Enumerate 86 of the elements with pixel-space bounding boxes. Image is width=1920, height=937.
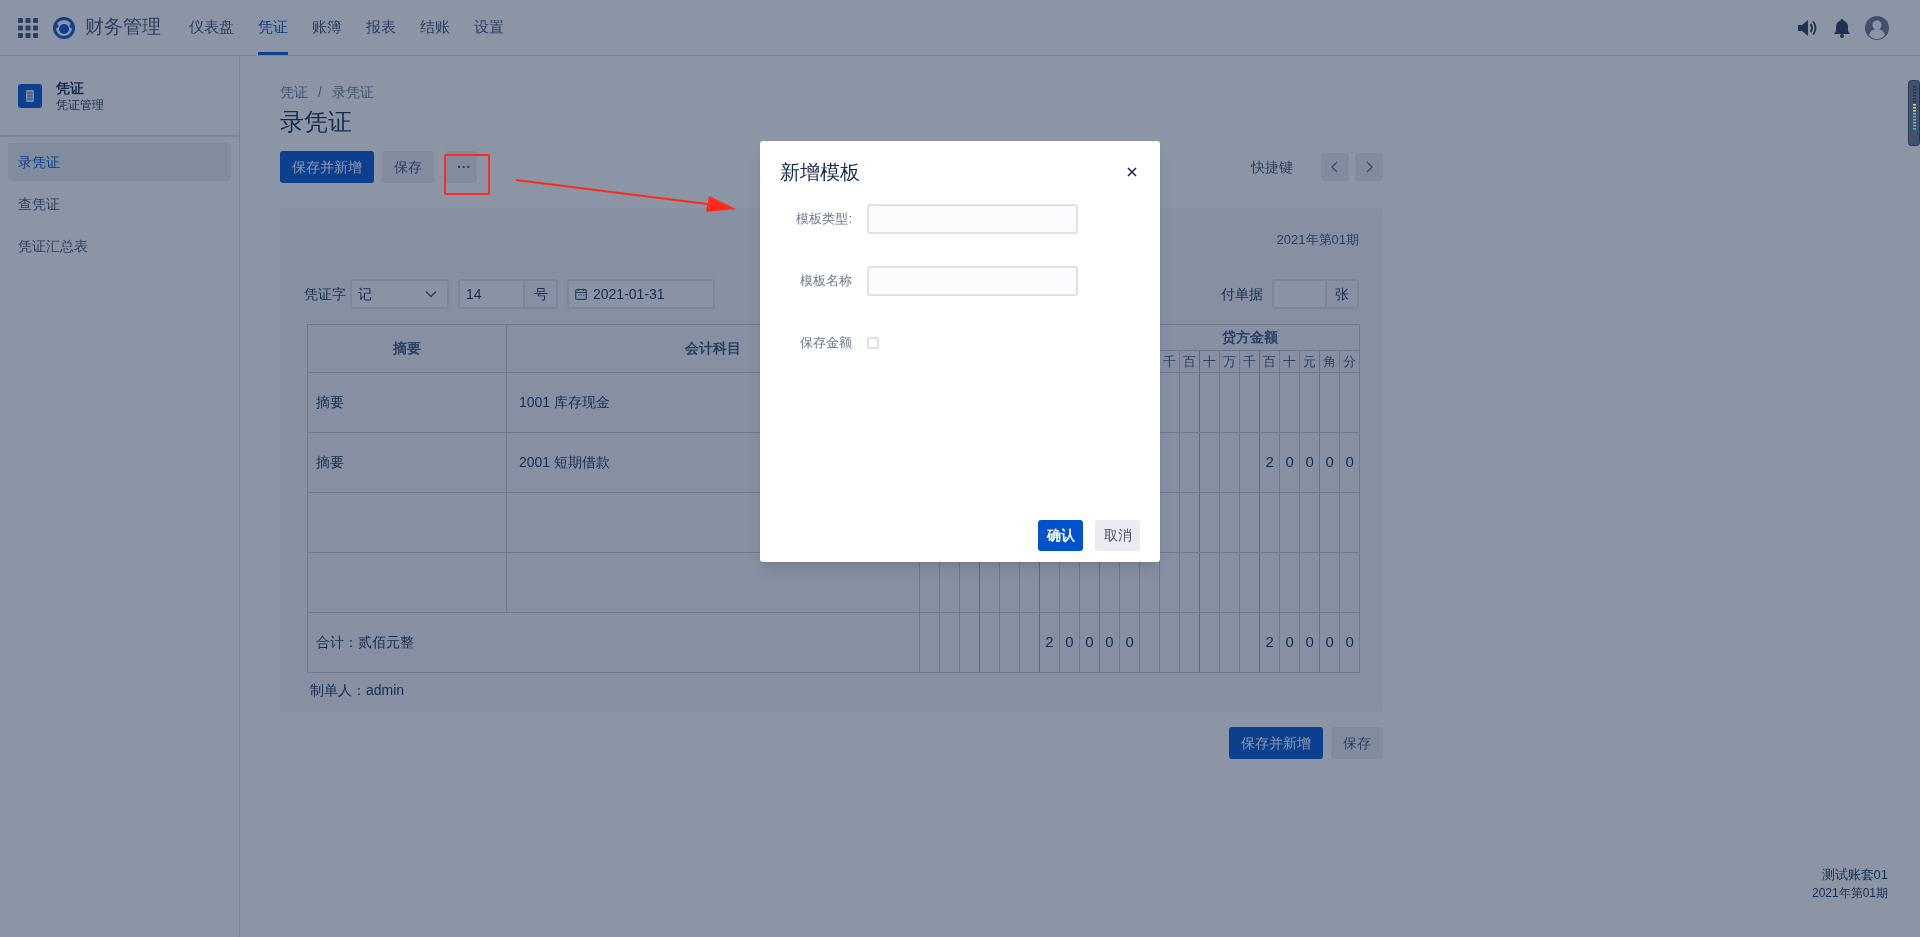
summary-cell[interactable]: 摘要 [316, 454, 344, 470]
unit-header: 百 [1179, 350, 1200, 373]
next-button[interactable] [1355, 153, 1383, 181]
avatar-icon[interactable] [1865, 15, 1889, 40]
nav-tab[interactable]: 仪表盘 [189, 0, 234, 55]
sidebar-title: 凭证 [56, 78, 85, 97]
unit-header: 十 [1199, 350, 1220, 373]
amount-digit: 0 [1305, 633, 1314, 651]
unit-header: 元 [1299, 350, 1320, 373]
number-field[interactable]: 14 [458, 279, 525, 309]
level-meter-icon [1908, 80, 1920, 146]
unit-header: 千 [1239, 350, 1260, 373]
nav-tab[interactable]: 报表 [366, 0, 396, 55]
amount-digit: 0 [1345, 633, 1354, 651]
attachments-suffix: 张 [1327, 279, 1359, 309]
period-label: 2021年第01期 [1811, 885, 1888, 902]
period-label: 2021年第01期 [1276, 231, 1359, 249]
save-button[interactable]: 保存并新增 [280, 151, 374, 183]
field-label: 凭证字 [304, 284, 346, 304]
input-field[interactable] [867, 204, 1078, 234]
close-icon [1127, 167, 1137, 177]
account-cell[interactable]: 2001 短期借款 [519, 454, 611, 470]
amount-digit: 2 [1265, 453, 1274, 471]
amount-digit: 0 [1285, 633, 1294, 651]
breadcrumb-link[interactable]: 录凭证 [331, 81, 374, 103]
amount-digit: 0 [1325, 633, 1334, 651]
field-label: 付单据 [1221, 284, 1263, 304]
amount-digit: 2 [1265, 633, 1274, 651]
amount-digit: 0 [1065, 633, 1074, 651]
amount-digit: 0 [1345, 453, 1354, 471]
preparer-label: 制单人：admin [310, 681, 405, 700]
field-label: 保存金额 [799, 334, 853, 353]
unit-header: 十 [1279, 350, 1300, 373]
amount-digit: 0 [1125, 633, 1134, 651]
checkbox[interactable] [867, 337, 879, 349]
sidebar-subtitle: 凭证管理 [56, 96, 104, 113]
save-button[interactable]: 保存 [382, 151, 434, 183]
app-grid-icon[interactable] [18, 17, 38, 38]
summary-cell[interactable]: 摘要 [316, 394, 344, 410]
sidebar-item[interactable]: 凭证汇总表 [8, 227, 231, 265]
brand-name: 财务管理 [85, 15, 161, 40]
dialog-title: 新增模板 [780, 160, 860, 185]
nav-tab[interactable]: 设置 [474, 0, 504, 55]
previous-button[interactable] [1321, 153, 1349, 181]
sidebar-item[interactable]: 录凭证 [8, 143, 231, 181]
chevron-right-icon [1364, 161, 1374, 173]
field-label: 模板名称 [799, 272, 853, 291]
total-label: 合计：贰佰元整 [316, 634, 414, 650]
amount-digit: 0 [1305, 453, 1314, 471]
page-title: 录凭证 [280, 107, 352, 137]
unit-header: 角 [1319, 350, 1340, 373]
unit-header: 分 [1339, 350, 1360, 373]
input-field[interactable] [867, 266, 1078, 296]
unit-header: 万 [1219, 350, 1240, 373]
amount-digit: 2 [1045, 633, 1054, 651]
breadcrumb-link[interactable]: 凭证 [280, 81, 308, 103]
calendar-icon [575, 288, 587, 300]
shortcut-link[interactable]: 快捷键 [1251, 156, 1293, 178]
logo-icon [52, 15, 76, 40]
amount-digit: 0 [1325, 453, 1334, 471]
field-label: 模板类型: [795, 210, 853, 229]
speaker-icon[interactable] [1797, 17, 1819, 38]
date-field[interactable]: 2021-01-31 [567, 279, 715, 309]
bell-icon[interactable] [1833, 17, 1851, 38]
account-cell[interactable]: 1001 库存现金 [519, 394, 611, 410]
nav-tab[interactable]: 凭证 [258, 0, 288, 55]
amount-digit: 0 [1285, 453, 1294, 471]
breadcrumb-separator: / [318, 82, 322, 102]
nav-tab[interactable]: 结账 [420, 0, 450, 55]
amount-digit: 0 [1085, 633, 1094, 651]
number-suffix: 号 [525, 279, 558, 309]
ledger-name: 测试账套01 [1821, 866, 1888, 884]
save-button[interactable]: 保存并新增 [1229, 727, 1323, 759]
confirm-button[interactable]: 确认 [1038, 520, 1083, 551]
chevron-down-icon [425, 290, 437, 298]
save-button[interactable]: 保存 [1331, 727, 1383, 759]
nav-tab[interactable]: 账簿 [312, 0, 342, 55]
amount-digit: 0 [1105, 633, 1114, 651]
column-header: 摘要 [307, 324, 507, 373]
sidebar-item[interactable]: 查凭证 [8, 185, 231, 223]
chevron-left-icon [1330, 161, 1340, 173]
document-icon [18, 83, 42, 108]
highlight-frame [444, 154, 490, 195]
cancel-button[interactable]: 取消 [1095, 520, 1140, 551]
voucher-word-select[interactable]: 记 [350, 279, 449, 309]
unit-header: 百 [1259, 350, 1280, 373]
